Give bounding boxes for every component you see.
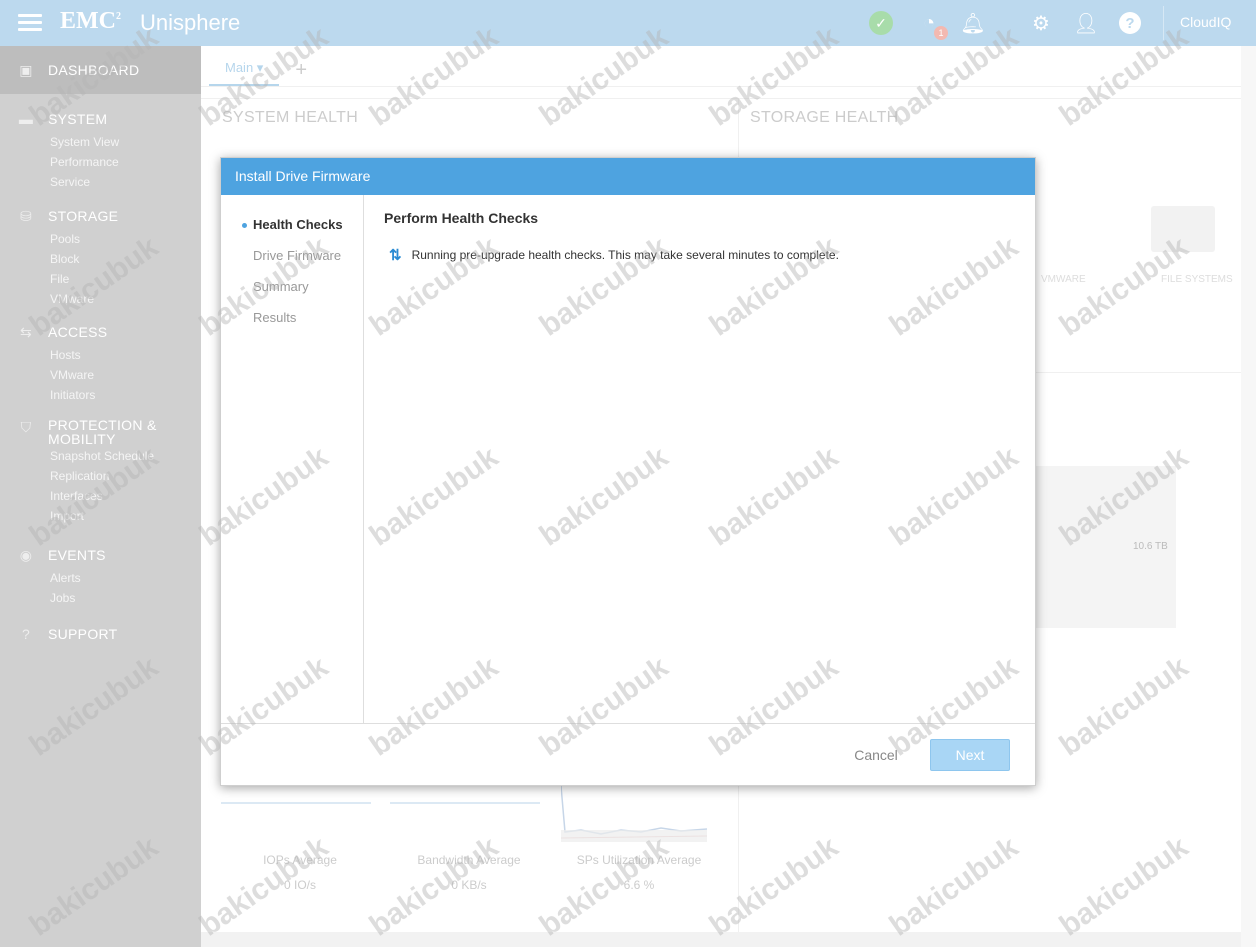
sidebar-item-storage[interactable]: ⛁ STORAGE	[0, 203, 201, 229]
add-tab-button[interactable]: +	[295, 59, 307, 82]
next-button[interactable]: Next	[930, 739, 1010, 771]
iops-average-value: 0 IO/s	[283, 878, 316, 892]
sidebar: ▣ DASHBOARD ▬ SYSTEM System View Performan…	[0, 46, 201, 947]
capacity-value: 10.6 TB	[1133, 541, 1168, 552]
sidebar-item-hosts[interactable]: Hosts	[0, 345, 201, 365]
step-summary[interactable]: Summary	[253, 279, 309, 294]
sidebar-item-file[interactable]: File	[0, 269, 201, 289]
sidebar-item-initiators[interactable]: Initiators	[0, 385, 201, 405]
sidebar-item-support[interactable]: ? SUPPORT	[0, 621, 201, 647]
sp-utilization-value: 6.6 %	[623, 878, 655, 892]
app-name: Unisphere	[140, 10, 241, 35]
sidebar-item-replication[interactable]: Replication	[0, 466, 201, 486]
help-icon[interactable]: ?	[1117, 10, 1143, 36]
tabs-divider	[201, 86, 1241, 87]
horizontal-scrollbar[interactable]	[201, 932, 1241, 947]
sidebar-item-jobs[interactable]: Jobs	[0, 588, 201, 608]
bell-icon[interactable]: 🔔︎	[960, 10, 986, 36]
sidebar-item-performance[interactable]: Performance	[0, 152, 201, 172]
step-health-checks[interactable]: Health Checks	[253, 217, 343, 232]
iops-sparkline	[221, 802, 371, 804]
shield-icon: ⛉	[20, 418, 32, 435]
gear-icon[interactable]: ⚙	[1028, 10, 1054, 36]
sidebar-item-access-vmware[interactable]: VMware	[0, 365, 201, 385]
dialog-footer: Cancel Next	[221, 723, 1035, 785]
dashboard-tabs: Main ▾ +	[209, 54, 307, 86]
sidebar-item-system[interactable]: ▬ SYSTEM	[0, 106, 201, 132]
wizard-steps: Health Checks Drive Firmware Summary Res…	[221, 195, 364, 723]
access-icon: ⇆	[19, 323, 33, 340]
system-health-title: SYSTEM HEALTH	[222, 109, 359, 126]
sidebar-item-protection[interactable]: ⛉ PROTECTION & MOBILITY	[0, 416, 201, 446]
panel-top-border	[201, 98, 1241, 99]
events-icon: ◉	[19, 546, 33, 563]
cloudiq-link[interactable]: CloudIQ	[1180, 14, 1231, 30]
file-systems-label: FILE SYSTEMS	[1161, 274, 1233, 285]
alerts-badge: 1	[934, 26, 948, 40]
sidebar-item-system-view[interactable]: System View	[0, 132, 201, 152]
refresh-spinner-icon: ⇅	[389, 247, 402, 264]
section-title: Perform Health Checks	[384, 210, 539, 226]
sidebar-item-pools[interactable]: Pools	[0, 229, 201, 249]
jobs-clock-icon[interactable]: ◔ 1	[916, 10, 948, 40]
sidebar-item-service[interactable]: Service	[0, 172, 201, 192]
storage-health-title: STORAGE HEALTH	[750, 109, 899, 126]
database-icon: ⛁	[19, 207, 33, 224]
sidebar-item-dashboard[interactable]: ▣ DASHBOARD	[0, 46, 201, 94]
folder-icon	[1151, 206, 1215, 252]
sp-utilization-sparkline	[561, 786, 708, 842]
vertical-scrollbar[interactable]	[1241, 46, 1256, 947]
sidebar-group-storage: ⛁ STORAGE Pools Block File VMware	[0, 203, 201, 309]
menu-icon[interactable]	[18, 14, 42, 32]
top-bar: EMC2 Unisphere ✓ ◔ 1 🔔︎ ⚙ 👤︎ ? CloudIQ	[0, 0, 1256, 46]
sidebar-item-events[interactable]: ◉ EVENTS	[0, 542, 201, 568]
bandwidth-sparkline	[390, 802, 540, 804]
support-icon: ?	[21, 626, 31, 642]
storage-divider	[1036, 372, 1241, 373]
monitor-icon: ▣	[19, 61, 33, 78]
sidebar-item-access[interactable]: ⇆ ACCESS	[0, 319, 201, 345]
iops-average-label: IOPs Average	[263, 853, 337, 867]
step-results[interactable]: Results	[253, 310, 296, 325]
user-icon[interactable]: 👤︎	[1073, 10, 1099, 36]
install-drive-firmware-dialog: Install Drive Firmware Health Checks Dri…	[220, 157, 1036, 786]
tab-main[interactable]: Main ▾	[209, 54, 280, 86]
dialog-title: Install Drive Firmware	[221, 158, 1035, 195]
brand-logo: EMC2	[60, 8, 121, 34]
cancel-button[interactable]: Cancel	[841, 742, 911, 768]
status-text: Running pre-upgrade health checks. This …	[411, 248, 839, 262]
health-check-status: ⇅ Running pre-upgrade health checks. Thi…	[389, 246, 989, 264]
bandwidth-average-label: Bandwidth Average	[417, 853, 521, 867]
sidebar-group-events: ◉ EVENTS Alerts Jobs	[0, 542, 201, 608]
sidebar-item-storage-vmware[interactable]: VMware	[0, 289, 201, 309]
header-divider	[1163, 6, 1164, 40]
dialog-body: Perform Health Checks ⇅ Running pre-upgr…	[384, 210, 839, 264]
sidebar-item-import[interactable]: Import	[0, 506, 201, 526]
sidebar-group-support: ? SUPPORT	[0, 621, 201, 647]
step-drive-firmware[interactable]: Drive Firmware	[253, 248, 341, 263]
system-health-icon[interactable]: ✓	[868, 10, 894, 36]
sidebar-group-access: ⇆ ACCESS Hosts VMware Initiators	[0, 319, 201, 405]
active-step-dot	[242, 223, 247, 228]
bandwidth-average-value: 0 KB/s	[451, 878, 487, 892]
vmware-label: VMWARE	[1041, 274, 1086, 285]
sidebar-item-interfaces[interactable]: Interfaces	[0, 486, 201, 506]
sidebar-group-system: ▬ SYSTEM System View Performance Service	[0, 106, 201, 192]
server-icon: ▬	[18, 111, 34, 127]
sidebar-item-snapshot-schedule[interactable]: Snapshot Schedule	[0, 446, 201, 466]
sp-utilization-label: SPs Utilization Average	[576, 853, 702, 867]
sidebar-item-alerts[interactable]: Alerts	[0, 568, 201, 588]
sidebar-group-protection: ⛉ PROTECTION & MOBILITY Snapshot Schedule…	[0, 416, 201, 526]
sidebar-item-block[interactable]: Block	[0, 249, 201, 269]
